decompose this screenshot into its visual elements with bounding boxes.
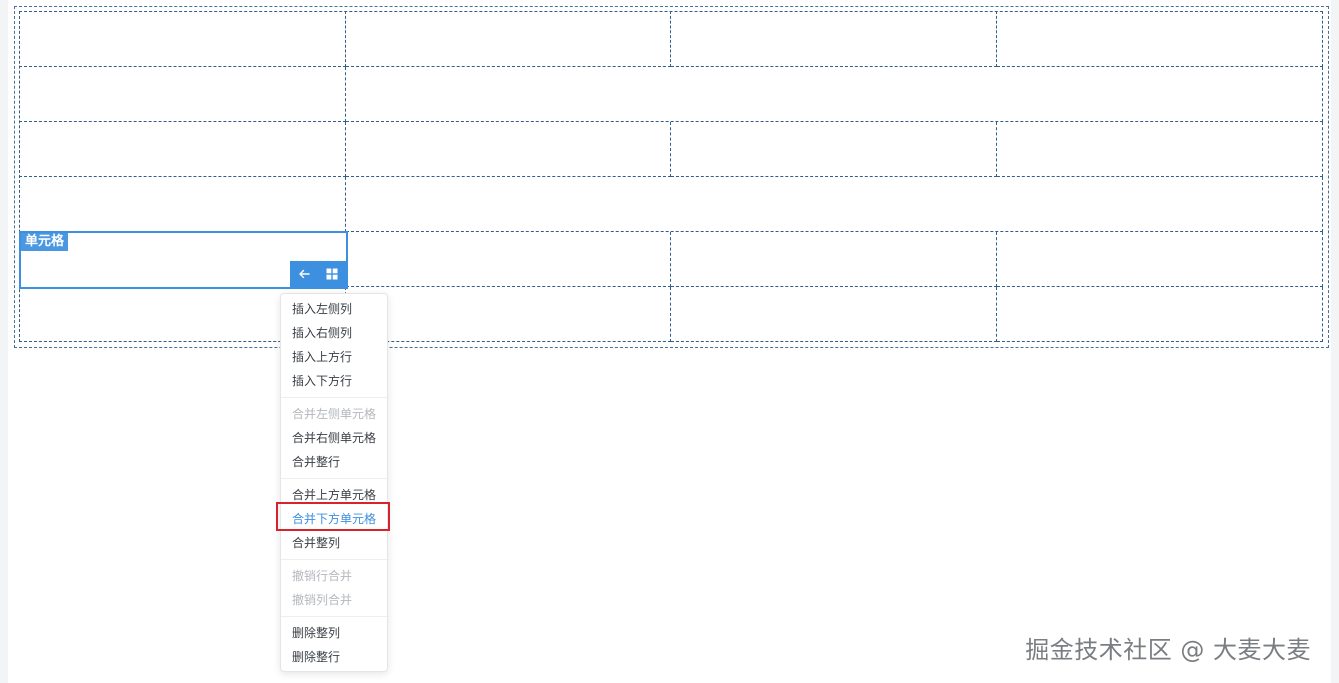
menu-item-merge-left-cell[interactable]: 合并左侧单元格 bbox=[281, 402, 387, 426]
table-cell[interactable] bbox=[671, 287, 997, 342]
table-cell[interactable] bbox=[19, 67, 346, 122]
table-cell[interactable] bbox=[346, 11, 671, 67]
menu-divider bbox=[281, 478, 387, 479]
menu-item-delete-row[interactable]: 删除整行 bbox=[281, 645, 387, 669]
table-cell[interactable] bbox=[671, 122, 997, 177]
menu-item-merge-column[interactable]: 合并整列 bbox=[281, 531, 387, 555]
table-cell[interactable] bbox=[19, 11, 346, 67]
grid-icon bbox=[326, 268, 338, 280]
table-cell[interactable] bbox=[19, 177, 346, 232]
menu-item-undo-row-merge[interactable]: 撤销行合并 bbox=[281, 564, 387, 588]
table-actions-button[interactable] bbox=[321, 263, 343, 285]
menu-divider bbox=[281, 559, 387, 560]
cell-type-tag: 单元格 bbox=[21, 233, 69, 251]
table-cell[interactable] bbox=[997, 232, 1323, 287]
select-parent-button[interactable] bbox=[293, 263, 315, 285]
menu-item-merge-right-cell[interactable]: 合并右侧单元格 bbox=[281, 426, 387, 450]
table-cell[interactable] bbox=[346, 232, 671, 287]
menu-item-insert-row-above[interactable]: 插入上方行 bbox=[281, 345, 387, 369]
menu-item-insert-right-column[interactable]: 插入右侧列 bbox=[281, 321, 387, 345]
table-cell[interactable] bbox=[19, 122, 346, 177]
table-cell[interactable] bbox=[997, 11, 1323, 67]
cell-context-menu: 插入左侧列 插入右侧列 插入上方行 插入下方行 合并左侧单元格 合并右侧单元格 … bbox=[280, 293, 388, 672]
table-cell[interactable] bbox=[346, 287, 671, 342]
menu-item-merge-below-cell[interactable]: 合并下方单元格 bbox=[281, 507, 387, 531]
menu-item-insert-row-below[interactable]: 插入下方行 bbox=[281, 369, 387, 393]
table-cell-merged[interactable] bbox=[346, 177, 1323, 232]
watermark: 掘金技术社区 @ 大麦大麦 bbox=[1025, 636, 1311, 664]
selected-table-cell[interactable]: 单元格 bbox=[19, 231, 348, 289]
table-cell[interactable] bbox=[671, 232, 997, 287]
menu-divider bbox=[281, 616, 387, 617]
menu-item-merge-row[interactable]: 合并整行 bbox=[281, 450, 387, 474]
table-cell-merged[interactable] bbox=[346, 67, 1323, 122]
menu-item-undo-column-merge[interactable]: 撤销列合并 bbox=[281, 588, 387, 612]
table-cell[interactable] bbox=[997, 122, 1323, 177]
arrow-left-icon bbox=[299, 269, 310, 279]
table-cell[interactable] bbox=[346, 122, 671, 177]
menu-item-delete-column[interactable]: 删除整列 bbox=[281, 621, 387, 645]
menu-item-merge-above-cell[interactable]: 合并上方单元格 bbox=[281, 483, 387, 507]
menu-item-insert-left-column[interactable]: 插入左侧列 bbox=[281, 297, 387, 321]
table-cell[interactable] bbox=[997, 287, 1323, 342]
table-grid: 单元格 bbox=[19, 11, 1323, 342]
table-cell[interactable] bbox=[671, 11, 997, 67]
menu-divider bbox=[281, 397, 387, 398]
cell-toolbar bbox=[290, 261, 346, 287]
editor-canvas: 单元格 插入左侧列 插入右侧列 插入上方行 插入下方行 合并左侧单元格 合并右侧… bbox=[8, 0, 1331, 683]
